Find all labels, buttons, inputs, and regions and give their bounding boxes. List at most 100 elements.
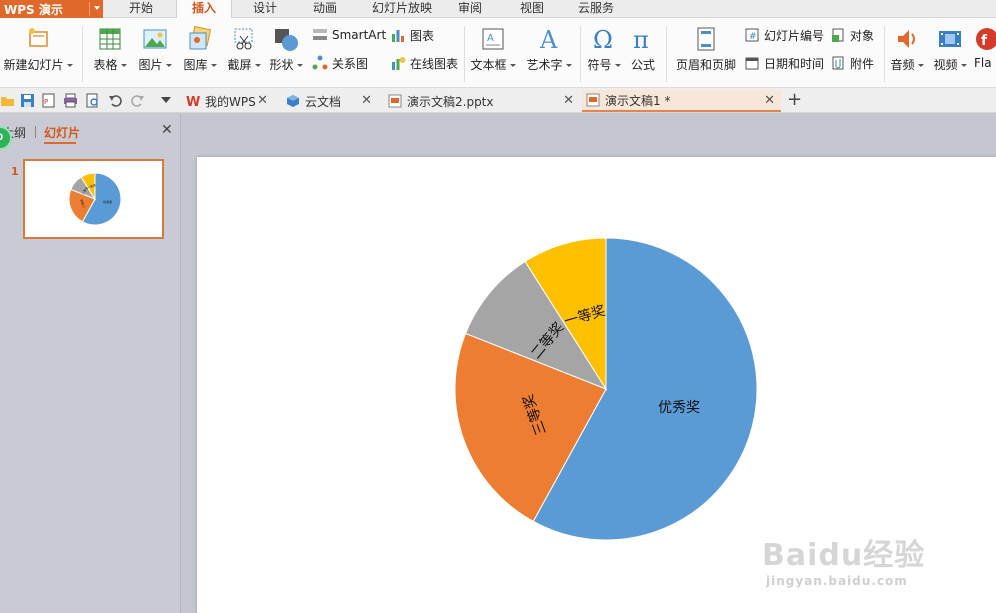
export-pdf-icon[interactable]: P bbox=[41, 93, 56, 108]
film-icon bbox=[937, 26, 963, 52]
smartart-label: SmartArt bbox=[332, 28, 387, 42]
undo-icon[interactable] bbox=[108, 93, 123, 108]
formula-label: 公式 bbox=[630, 58, 655, 72]
video-label: 视频 bbox=[933, 58, 958, 72]
symbol-button[interactable]: Ω 符号 bbox=[584, 18, 624, 73]
chevron-down-icon bbox=[94, 6, 100, 10]
svg-text:A: A bbox=[487, 33, 494, 44]
wordart-icon: A bbox=[536, 26, 562, 54]
slide-number-button[interactable]: # 幻灯片编号 bbox=[744, 26, 824, 44]
pi-icon: π bbox=[630, 26, 656, 54]
header-footer-button[interactable]: 页眉和页脚 bbox=[672, 18, 740, 73]
shape-button[interactable]: 形状 bbox=[266, 18, 306, 73]
symbol-label: 符号 bbox=[587, 58, 612, 72]
audio-label: 音频 bbox=[890, 58, 915, 72]
watermark-brand: Baidu经验 bbox=[762, 538, 926, 573]
chart-label: 图表 bbox=[410, 28, 435, 43]
svg-text:f: f bbox=[981, 33, 988, 49]
panel-tab-slides[interactable]: 幻灯片 bbox=[44, 124, 80, 141]
object-icon bbox=[830, 27, 846, 43]
chart-button[interactable]: 图表 bbox=[390, 26, 434, 44]
doctab-label: 我的WPS bbox=[205, 94, 256, 109]
screenshot-label: 截屏 bbox=[227, 58, 252, 72]
online-chart-button[interactable]: 在线图表 bbox=[390, 54, 458, 72]
screenshot-button[interactable]: 截屏 bbox=[224, 18, 264, 73]
svg-text:P: P bbox=[44, 98, 48, 106]
tab-home[interactable]: 开始 bbox=[118, 0, 164, 18]
gallery-button[interactable]: 图库 bbox=[178, 18, 222, 73]
close-icon[interactable]: ✕ bbox=[361, 93, 372, 108]
doctab-presentation-1[interactable]: 演示文稿1 * ✕ bbox=[582, 90, 781, 112]
datetime-button[interactable]: 日期和时间 bbox=[744, 54, 824, 72]
smartart-button[interactable]: SmartArt bbox=[312, 26, 386, 44]
new-tab-plus-icon[interactable]: + bbox=[787, 89, 802, 111]
relation-label: 关系图 bbox=[332, 56, 369, 71]
smartart-icon bbox=[312, 27, 328, 43]
attachment-button[interactable]: 附件 bbox=[830, 54, 874, 72]
tab-bar: P W 我的WPS ✕ 云文档 ✕ 演示文稿2.pptx ✕ 演示文稿1 * ✕ bbox=[0, 88, 996, 113]
flash-button[interactable]: f Fla bbox=[974, 18, 996, 70]
tab-slideshow[interactable]: 幻灯片放映 bbox=[364, 0, 440, 18]
picture-label: 图片 bbox=[138, 58, 163, 72]
print-preview-icon[interactable] bbox=[85, 93, 100, 108]
attachment-label: 附件 bbox=[850, 56, 875, 71]
scissors-icon bbox=[231, 26, 257, 52]
tab-review[interactable]: 审阅 bbox=[450, 0, 490, 18]
wordart-button[interactable]: A 艺术字 bbox=[522, 18, 576, 73]
left-panel: 大纲 幻灯片 ✕ 0 1 优秀奖三等奖二等奖一等奖 bbox=[0, 114, 181, 613]
presentation-file-icon bbox=[586, 93, 600, 107]
doctab-presentation-2[interactable]: 演示文稿2.pptx ✕ bbox=[384, 90, 580, 112]
doctab-cloud-docs[interactable]: 云文档 ✕ bbox=[282, 90, 378, 112]
redo-icon[interactable] bbox=[130, 93, 145, 108]
pie-data-label-1: 优秀奖 bbox=[658, 399, 700, 416]
new-slide-button[interactable]: 新建幻灯片 bbox=[2, 18, 74, 73]
table-button[interactable]: 表格 bbox=[90, 18, 130, 73]
wps-logo-icon: W bbox=[186, 94, 200, 110]
tab-cloud[interactable]: 云服务 bbox=[570, 0, 622, 18]
menu-bar: WPS 演示 开始 插入 设计 动画 幻灯片放映 审阅 视图 云服务 bbox=[0, 0, 996, 19]
close-icon[interactable]: ✕ bbox=[257, 93, 268, 108]
shape-icon bbox=[273, 26, 299, 52]
audio-button[interactable]: 音频 bbox=[888, 18, 926, 73]
relation-button[interactable]: 关系图 bbox=[312, 54, 368, 72]
slide-thumbnail[interactable]: 优秀奖 三等奖 二等奖 一等奖 bbox=[23, 159, 164, 239]
tab-design[interactable]: 设计 bbox=[242, 0, 288, 18]
tab-insert[interactable]: 插入 bbox=[176, 0, 232, 19]
flash-icon: f bbox=[974, 26, 996, 52]
online-chart-icon bbox=[390, 55, 406, 71]
doctab-label: 云文档 bbox=[305, 94, 342, 109]
cloud-cube-icon bbox=[286, 94, 300, 108]
slide-number: 1 bbox=[11, 165, 19, 178]
close-icon[interactable]: ✕ bbox=[563, 93, 574, 108]
tab-animation[interactable]: 动画 bbox=[302, 0, 348, 18]
new-slide-label: 新建幻灯片 bbox=[3, 58, 64, 72]
calendar-icon bbox=[744, 55, 760, 71]
svg-text:W: W bbox=[186, 95, 200, 108]
omega-icon: Ω bbox=[591, 26, 617, 54]
close-icon[interactable]: ✕ bbox=[161, 122, 173, 138]
presentation-file-icon bbox=[388, 94, 402, 108]
close-icon[interactable]: ✕ bbox=[764, 93, 775, 108]
textbox-button[interactable]: A 文本框 bbox=[468, 18, 518, 73]
online-chart-label: 在线图表 bbox=[410, 56, 459, 71]
wordart-label: 艺术字 bbox=[526, 58, 563, 72]
doctab-my-wps[interactable]: W 我的WPS ✕ bbox=[182, 90, 274, 112]
gallery-label: 图库 bbox=[183, 58, 208, 72]
svg-text:#: # bbox=[749, 32, 757, 42]
print-icon[interactable] bbox=[63, 93, 78, 108]
video-button[interactable]: 视频 bbox=[930, 18, 970, 73]
slide-number-icon: # bbox=[744, 27, 760, 43]
header-footer-icon bbox=[693, 26, 719, 52]
picture-button[interactable]: 图片 bbox=[134, 18, 176, 73]
object-button[interactable]: 对象 bbox=[830, 26, 874, 44]
speaker-icon bbox=[894, 26, 920, 52]
open-folder-icon[interactable] bbox=[0, 93, 15, 108]
svg-text:A: A bbox=[539, 26, 558, 52]
tab-view[interactable]: 视图 bbox=[512, 0, 552, 18]
save-icon[interactable] bbox=[20, 93, 35, 108]
app-menu-button[interactable]: WPS 演示 bbox=[0, 0, 103, 18]
object-label: 对象 bbox=[850, 28, 875, 43]
doctab-label: 演示文稿2.pptx bbox=[407, 94, 494, 109]
dropdown-caret-icon[interactable] bbox=[160, 96, 175, 111]
formula-button[interactable]: π 公式 bbox=[626, 18, 660, 73]
